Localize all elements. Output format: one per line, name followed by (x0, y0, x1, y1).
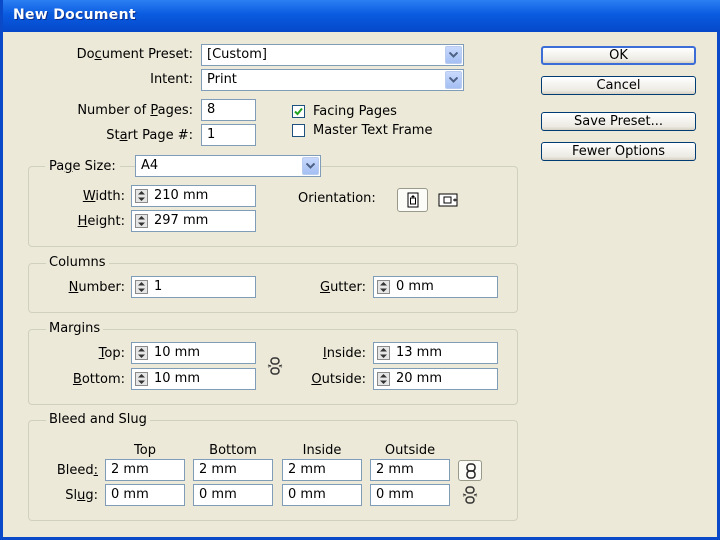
margin-bottom-input[interactable]: 10 mm (131, 368, 256, 390)
fewer-options-button[interactable]: Fewer Options (541, 142, 696, 161)
margin-inside-label: Inside: (322, 346, 366, 361)
height-value: 297 mm (154, 213, 209, 228)
facing-pages-checkbox[interactable] (292, 105, 305, 118)
document-preset-label: Document Preset: (76, 47, 193, 62)
spinner-arrows-icon[interactable] (377, 280, 390, 294)
spinner-arrows-icon[interactable] (377, 346, 390, 360)
page-size-dropdown[interactable]: A4 (135, 155, 321, 177)
slug-inside-input[interactable]: 0 mm (282, 484, 362, 506)
margin-inside-value: 13 mm (396, 345, 443, 360)
bleed-link-button[interactable] (458, 460, 482, 481)
width-value: 210 mm (154, 188, 209, 203)
margin-bottom-value: 10 mm (154, 371, 201, 386)
bleed-slug-header-inside: Inside (302, 443, 342, 458)
cancel-button[interactable]: Cancel (541, 76, 696, 95)
spinner-arrows-icon[interactable] (135, 189, 148, 203)
margin-outside-input[interactable]: 20 mm (373, 368, 498, 390)
page-size-label: Page Size: (45, 159, 120, 175)
columns-group-title: Columns (46, 255, 109, 271)
height-input[interactable]: 297 mm (131, 210, 256, 232)
spinner-arrows-icon[interactable] (135, 280, 148, 294)
bleed-slug-header-outside: Outside (384, 443, 436, 458)
checkmark-icon (294, 107, 303, 116)
intent-dropdown[interactable]: Print (201, 69, 464, 91)
page-size-value: A4 (141, 158, 159, 173)
width-label: Width: (82, 189, 125, 204)
gutter-label: Gutter: (319, 280, 366, 295)
slug-top-input[interactable]: 0 mm (105, 484, 185, 506)
margins-group-title: Margins (46, 321, 104, 337)
intent-label: Intent: (150, 72, 193, 87)
height-label: Height: (77, 214, 125, 229)
spinner-arrows-icon[interactable] (135, 372, 148, 386)
portrait-orientation-button[interactable] (397, 188, 428, 212)
chevron-down-icon (445, 71, 462, 89)
start-page-input[interactable]: 1 (201, 124, 256, 146)
width-input[interactable]: 210 mm (131, 185, 256, 207)
bleed-slug-group-title: Bleed and Slug (46, 412, 150, 428)
margin-inside-input[interactable]: 13 mm (373, 342, 498, 364)
bleed-slug-header-bottom: Bottom (209, 443, 257, 458)
master-text-frame-label[interactable]: Master Text Frame (313, 123, 432, 139)
columns-number-input[interactable]: 1 (131, 276, 256, 298)
columns-number-label: Number: (68, 280, 125, 295)
document-preset-value: [Custom] (207, 47, 267, 62)
chevron-down-icon (302, 157, 319, 175)
slug-link-button[interactable] (461, 486, 479, 504)
facing-pages-label[interactable]: Facing Pages (313, 104, 397, 120)
margin-outside-label: Outside: (311, 372, 366, 387)
spinner-arrows-icon[interactable] (135, 214, 148, 228)
bleed-outside-input[interactable]: 2 mm (370, 459, 450, 481)
bleed-inside-input[interactable]: 2 mm (282, 459, 362, 481)
margin-top-value: 10 mm (154, 345, 201, 360)
bleed-bottom-input[interactable]: 2 mm (193, 459, 273, 481)
landscape-orientation-icon (438, 193, 458, 207)
bleed-top-input[interactable]: 2 mm (105, 459, 185, 481)
margin-top-input[interactable]: 10 mm (131, 342, 256, 364)
orientation-label: Orientation: (298, 191, 376, 206)
master-text-frame-checkbox[interactable] (292, 124, 305, 137)
number-of-pages-input[interactable]: 8 (201, 99, 256, 121)
margins-link-button[interactable] (266, 357, 284, 375)
margin-top-label: Top: (98, 346, 125, 361)
margin-outside-value: 20 mm (396, 371, 443, 386)
document-preset-dropdown[interactable]: [Custom] (201, 44, 464, 66)
spinner-arrows-icon[interactable] (135, 346, 148, 360)
portrait-orientation-icon (407, 192, 419, 208)
broken-chain-icon (267, 357, 283, 375)
slug-outside-input[interactable]: 0 mm (370, 484, 450, 506)
slug-bottom-input[interactable]: 0 mm (193, 484, 273, 506)
spinner-arrows-icon[interactable] (377, 372, 390, 386)
bleed-label: Bleed: (56, 463, 98, 478)
margin-bottom-label: Bottom: (72, 372, 125, 387)
save-preset-button[interactable]: Save Preset... (541, 112, 696, 131)
landscape-orientation-button[interactable] (436, 190, 462, 210)
broken-chain-icon (462, 486, 478, 504)
bleed-slug-header-top: Top (134, 443, 156, 458)
intent-value: Print (207, 72, 237, 87)
columns-number-value: 1 (154, 279, 163, 294)
gutter-value: 0 mm (396, 279, 434, 294)
ok-button[interactable]: OK (541, 46, 696, 65)
new-document-dialog: New Document Document Preset: [Custom] I… (0, 0, 720, 540)
window-title: New Document (13, 7, 136, 23)
gutter-input[interactable]: 0 mm (373, 276, 498, 298)
chevron-down-icon (445, 46, 462, 64)
chain-link-icon (466, 463, 476, 479)
number-of-pages-label: Number of Pages: (77, 103, 193, 118)
start-page-label: Start Page #: (106, 128, 193, 143)
slug-label: Slug: (65, 488, 98, 503)
title-bar[interactable]: New Document (3, 0, 720, 32)
